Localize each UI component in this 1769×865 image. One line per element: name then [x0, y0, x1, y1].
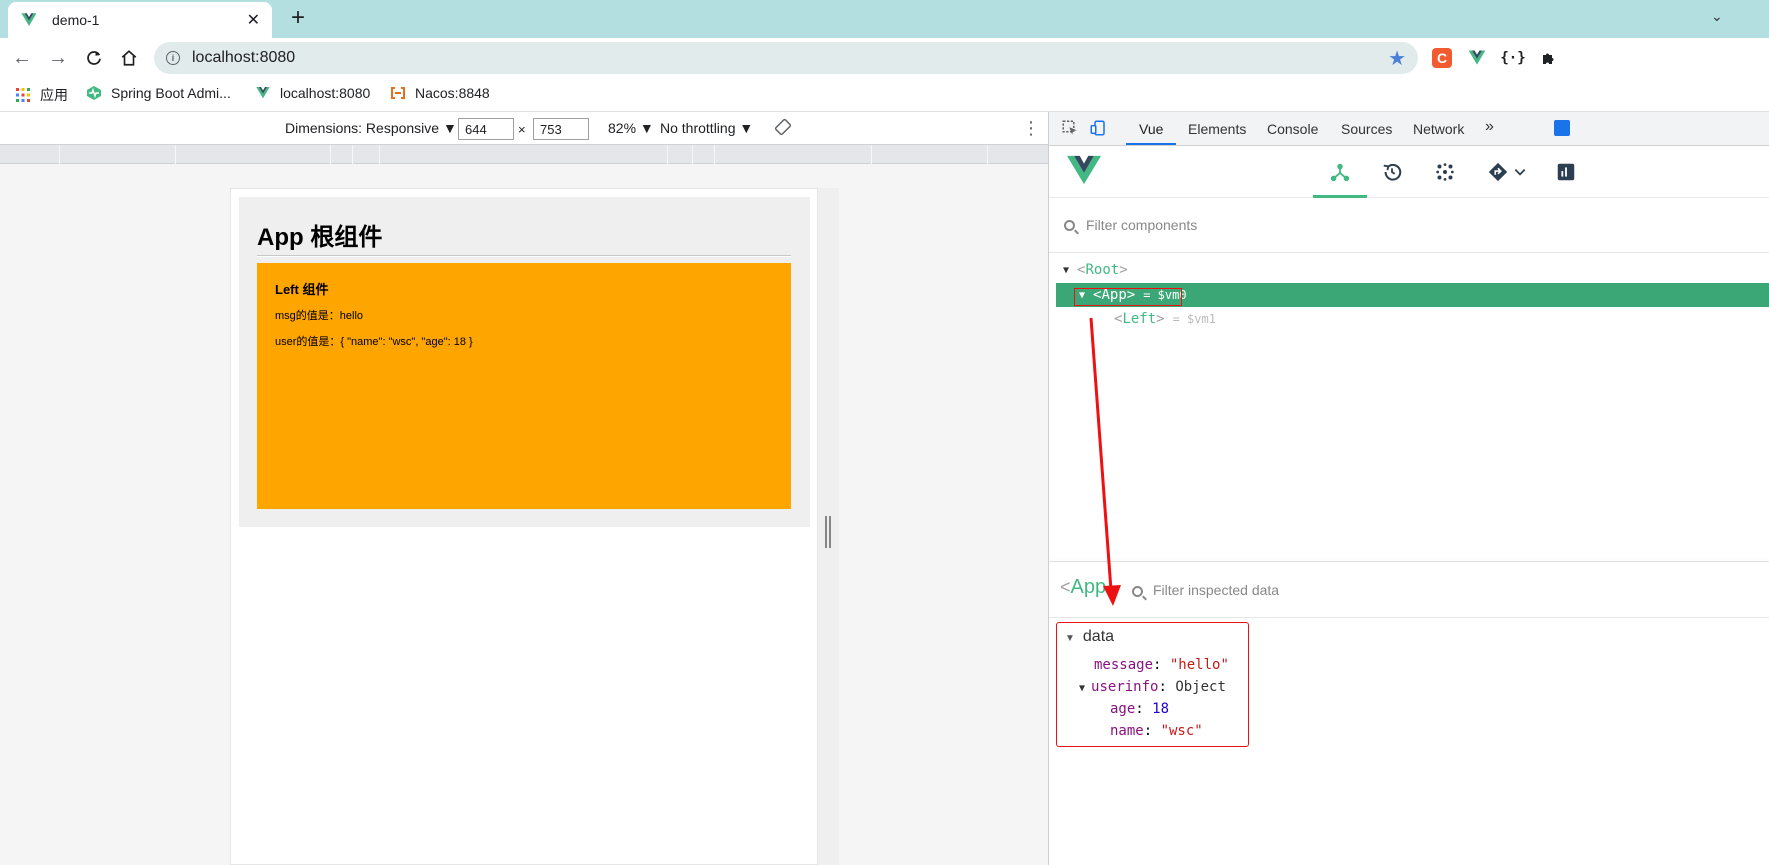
inspector-header: <App Filter inspected data	[1049, 562, 1769, 618]
tab-elements[interactable]: Elements	[1188, 121, 1246, 137]
site-info-icon[interactable]: i	[166, 51, 180, 65]
app-title: App 根组件	[257, 224, 383, 251]
forward-arrow-icon[interactable]: →	[46, 46, 70, 70]
dimension-separator: ×	[518, 122, 526, 137]
nacos-icon	[391, 87, 405, 99]
vue-bookmark-icon	[256, 87, 270, 99]
device-toolbar: Dimensions: Responsive ▼ × 82% ▼ No thro…	[0, 112, 1048, 145]
device-viewport-area: App 根组件 Left 组件 msg的值是：hello user的值是：{ "…	[0, 164, 1048, 865]
tab-sources[interactable]: Sources	[1341, 121, 1392, 137]
timeline-history-icon[interactable]	[1380, 160, 1404, 184]
viewport-width-input[interactable]	[458, 118, 514, 140]
apps-grid-icon	[16, 88, 30, 102]
devtools-panel: Vue Elements Console Sources Network » F…	[1048, 112, 1769, 865]
address-bar[interactable]: i localhost:8080 ★	[154, 42, 1418, 74]
dimensions-dropdown[interactable]: Dimensions: Responsive ▼	[285, 120, 457, 136]
tab-network[interactable]: Network	[1413, 121, 1464, 137]
devtools-tab-bar: Vue Elements Console Sources Network »	[1049, 112, 1769, 146]
bookmark-localhost[interactable]: localhost:8080	[255, 85, 370, 101]
browser-toolbar: ← → i localhost:8080 ★ C {·}	[0, 38, 1769, 78]
vue-logo-icon	[1067, 155, 1101, 185]
bookmark-apps[interactable]: 应用	[15, 85, 68, 105]
bookmarks-bar: 应用 Spring Boot Admi... localhost:8080 Na…	[0, 78, 1769, 112]
tab-search-chevron-icon[interactable]: ⌄	[1711, 8, 1723, 25]
performance-icon[interactable]	[1554, 160, 1578, 184]
msg-line: msg的值是：hello	[275, 310, 364, 322]
tab-console[interactable]: Console	[1267, 121, 1318, 137]
data-annotation-box	[1056, 622, 1249, 747]
app-root-component: App 根组件 Left 组件 msg的值是：hello user的值是：{ "…	[239, 197, 810, 527]
extensions-puzzle-icon[interactable]	[1539, 48, 1559, 68]
media-query-ruler[interactable]	[0, 145, 1048, 164]
vue-devtools-header	[1049, 146, 1769, 198]
expand-triangle-icon[interactable]: ▼	[1063, 265, 1069, 276]
search-icon	[1132, 586, 1143, 597]
new-tab-button[interactable]: +	[286, 6, 310, 30]
routing-dropdown-icon[interactable]	[1485, 160, 1529, 184]
browser-tab[interactable]: demo-1 ✕	[8, 2, 272, 38]
left-component: Left 组件 msg的值是：hello user的值是：{ "name": "…	[257, 263, 791, 509]
vuex-dots-icon[interactable]	[1433, 160, 1457, 184]
tab-title: demo-1	[52, 12, 100, 28]
viewport-resize-handle[interactable]	[825, 516, 831, 548]
tree-node-root[interactable]: ▼ < Root >	[1049, 258, 1769, 282]
close-tab-icon[interactable]: ✕	[247, 10, 260, 30]
more-tabs-icon[interactable]: »	[1485, 118, 1494, 136]
bookmark-nacos[interactable]: Nacos:8848	[390, 85, 490, 101]
browser-tab-bar: demo-1 ✕ + ⌄	[0, 0, 1769, 38]
components-tree-icon[interactable]	[1328, 160, 1352, 184]
rendered-page: App 根组件 Left 组件 msg的值是：hello user的值是：{ "…	[230, 188, 818, 865]
vue-extension-icon[interactable]	[1467, 48, 1487, 68]
inspect-element-icon[interactable]	[1061, 119, 1079, 137]
filter-components-input[interactable]: Filter components	[1086, 217, 1197, 233]
bookmark-spring-boot-admin[interactable]: Spring Boot Admi...	[86, 85, 231, 101]
search-icon	[1064, 220, 1075, 231]
active-tab-underline	[1126, 143, 1176, 145]
filter-components-row[interactable]: Filter components	[1049, 198, 1769, 253]
user-line: user的值是：{ "name": "wsc", "age": 18 }	[275, 336, 473, 348]
issues-icon[interactable]	[1554, 120, 1570, 136]
home-icon[interactable]	[117, 46, 141, 70]
vue-favicon-icon	[21, 13, 37, 26]
url-text: localhost:8080	[192, 49, 296, 66]
app-divider	[257, 255, 791, 257]
zoom-dropdown[interactable]: 82% ▼	[608, 120, 654, 136]
inspected-component-name: <App	[1060, 576, 1107, 598]
left-title: Left 组件	[275, 282, 329, 297]
more-options-icon[interactable]: ⋮	[1022, 118, 1040, 139]
filter-inspected-input[interactable]: Filter inspected data	[1153, 582, 1279, 598]
throttling-dropdown[interactable]: No throttling ▼	[660, 120, 753, 136]
extension-c-icon[interactable]: C	[1432, 48, 1452, 68]
device-toggle-icon[interactable]	[1089, 119, 1107, 137]
bookmark-star-icon[interactable]: ★	[1388, 46, 1406, 71]
tree-node-left[interactable]: < Left > = $vm1	[1049, 307, 1769, 331]
back-arrow-icon[interactable]: ←	[10, 46, 34, 70]
spring-boot-admin-icon	[87, 86, 101, 100]
tab-vue[interactable]: Vue	[1139, 121, 1163, 137]
reload-icon[interactable]	[82, 46, 106, 70]
app-annotation-box	[1074, 288, 1182, 306]
rotate-icon[interactable]	[774, 118, 792, 139]
json-extension-icon[interactable]: {·}	[1500, 48, 1525, 68]
viewport-height-input[interactable]	[533, 118, 589, 140]
